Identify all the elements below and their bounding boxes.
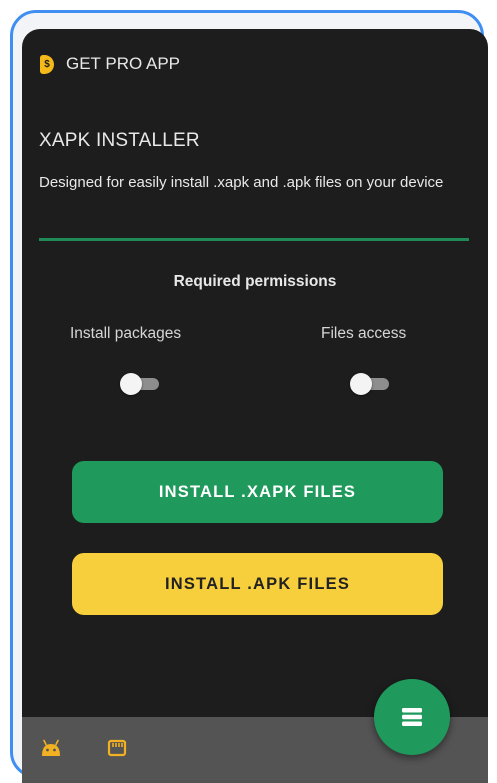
app-screen: $ GET PRO APP XAPK INSTALLER Designed fo… (22, 29, 488, 783)
menu-fab-button[interactable] (374, 679, 450, 755)
menu-stack-icon (402, 708, 422, 726)
toggle-thumb (120, 373, 142, 395)
files-access-label: Files access (321, 325, 407, 342)
toggle-thumb (350, 373, 372, 395)
permissions-title: Required permissions (173, 273, 337, 290)
get-pro-label: GET PRO APP (66, 54, 181, 73)
app-description: Designed for easily install .xapk and .a… (39, 174, 444, 191)
pro-badge-icon: $ (40, 54, 54, 74)
install-packages-toggle[interactable] (120, 373, 161, 395)
android-icon[interactable] (40, 737, 62, 759)
get-pro-link[interactable]: $ GET PRO APP (40, 51, 180, 77)
install-apk-button[interactable]: INSTALL .APK FILES (72, 553, 443, 615)
section-divider (39, 238, 469, 241)
sd-card-icon[interactable] (106, 737, 128, 759)
app-title: XAPK INSTALLER (39, 130, 200, 151)
files-access-toggle[interactable] (350, 373, 391, 395)
install-xapk-button[interactable]: INSTALL .XAPK FILES (72, 461, 443, 523)
install-packages-label: Install packages (70, 325, 182, 342)
